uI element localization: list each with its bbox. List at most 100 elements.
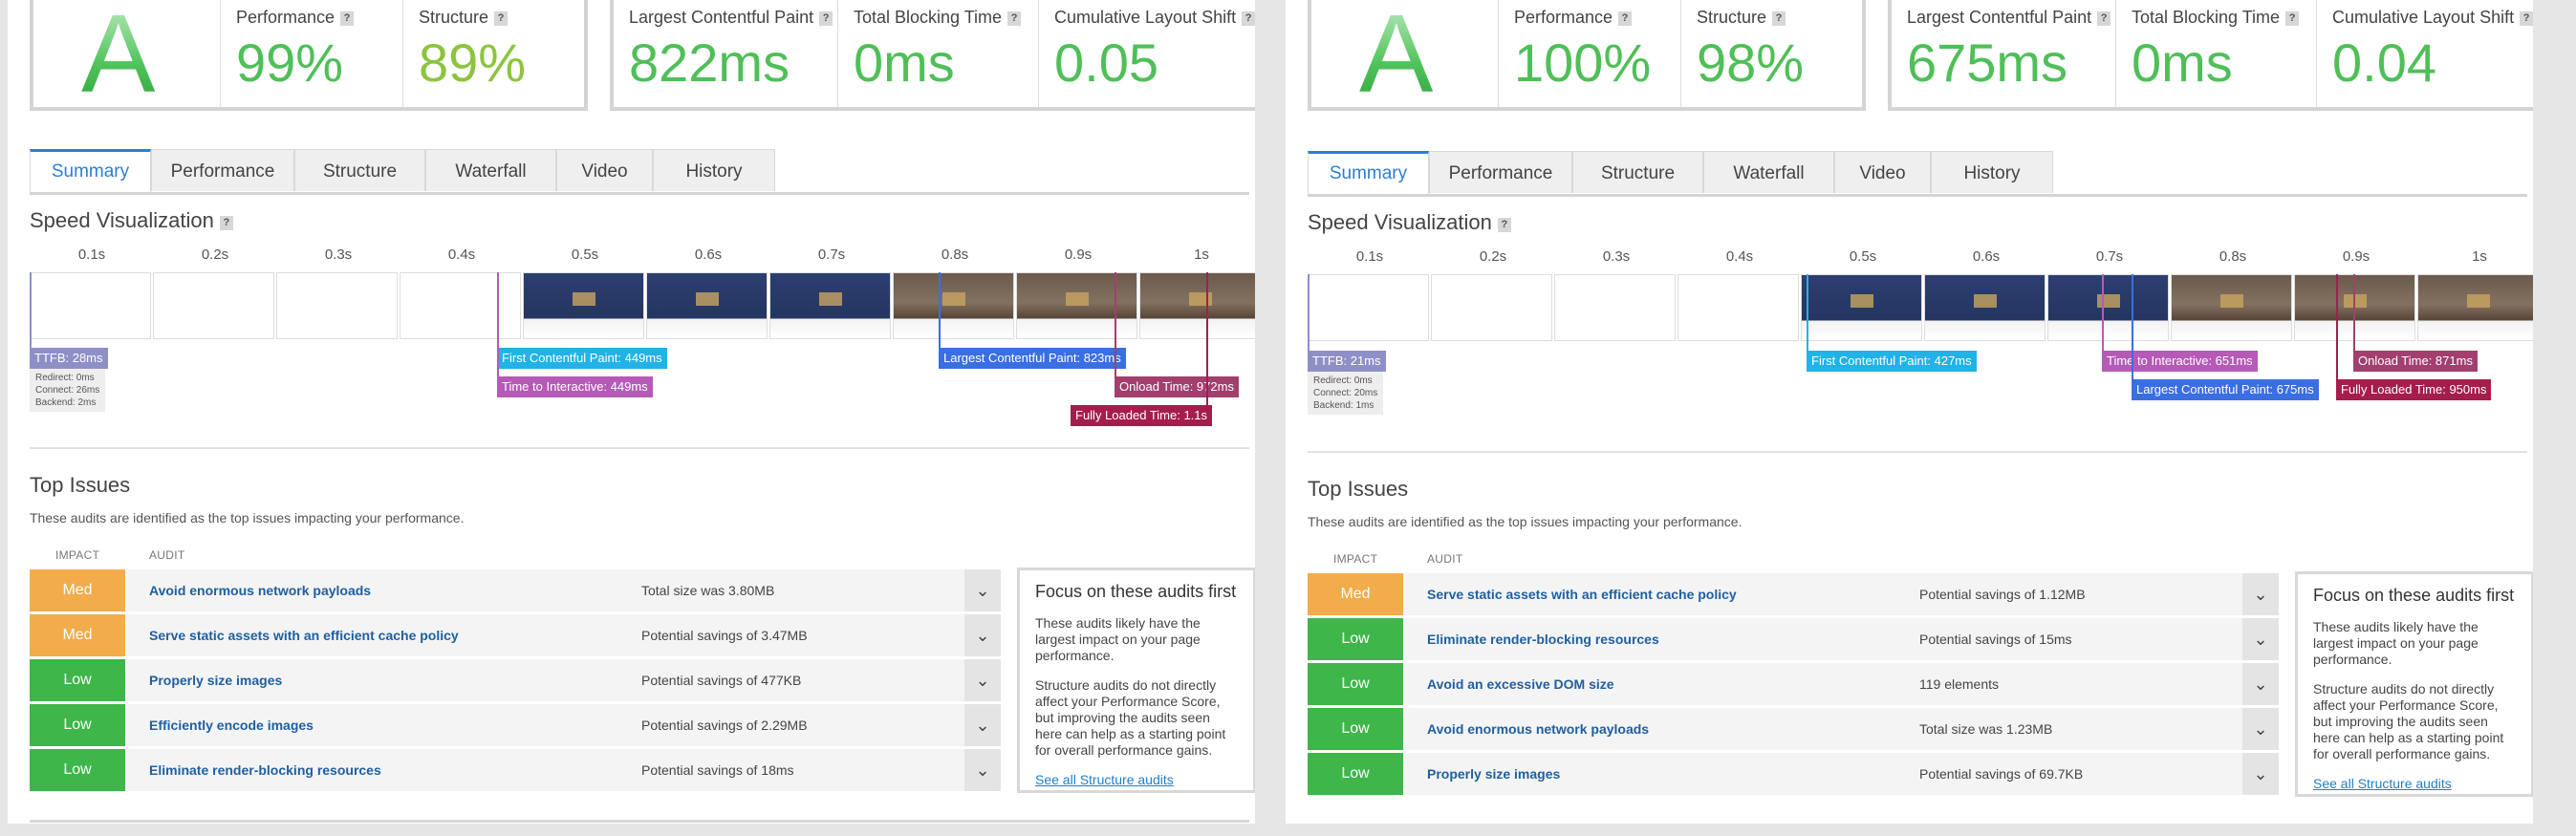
filmstrip-frame[interactable] (1678, 274, 1799, 341)
gtmetrix-grade-box: A Performance? 99% Structure? 89% (30, 0, 588, 111)
chevron-down-icon[interactable]: ⌄ (2242, 753, 2279, 795)
help-icon[interactable]: ? (1007, 11, 1022, 26)
help-icon[interactable]: ? (2520, 11, 2533, 26)
audit-detail: Potential savings of 18ms (641, 762, 794, 778)
audit-detail: Potential savings of 69.7KB (1919, 766, 2084, 782)
grade-letter: A (1359, 0, 1433, 111)
tab-structure[interactable]: Structure (1572, 151, 1703, 193)
chevron-down-icon[interactable]: ⌄ (964, 569, 1001, 611)
issue-row[interactable]: Low Efficiently encode images Potential … (30, 704, 1001, 746)
filmstrip-frame[interactable] (153, 272, 274, 339)
audit-title[interactable]: Eliminate render-blocking resources (149, 749, 381, 791)
see-all-structure-audits-link[interactable]: See all Structure audits (2313, 776, 2452, 791)
filmstrip-frame[interactable] (646, 272, 768, 339)
issue-row[interactable]: Low Eliminate render-blocking resources … (1308, 618, 2279, 660)
issue-row[interactable]: Low Avoid enormous network payloads Tota… (1308, 708, 2279, 750)
chevron-down-icon[interactable]: ⌄ (964, 749, 1001, 791)
tab-summary[interactable]: Summary (1308, 151, 1429, 195)
filmstrip-frame[interactable] (893, 272, 1014, 339)
audit-title[interactable]: Eliminate render-blocking resources (1427, 618, 1659, 660)
tab-video[interactable]: Video (1834, 151, 1931, 193)
tick-label: 0.4s (447, 247, 476, 263)
filmstrip-frame[interactable] (1139, 272, 1255, 339)
help-icon[interactable]: ? (2097, 11, 2111, 26)
tbt-label: Total Blocking Time (2132, 8, 2281, 27)
tick-label: 0.3s (324, 247, 353, 263)
audit-title[interactable]: Serve static assets with an efficient ca… (149, 614, 459, 656)
help-icon[interactable]: ? (219, 216, 233, 230)
onload-line (2353, 274, 2355, 351)
issue-row[interactable]: Low Eliminate render-blocking resources … (30, 749, 1001, 791)
tabs-underline (1308, 194, 2527, 197)
filmstrip-frame[interactable] (1431, 274, 1552, 341)
impact-badge: Low (1308, 663, 1403, 705)
help-icon[interactable]: ? (2285, 11, 2300, 26)
focus-audits-box: Focus on these audits first These audits… (1017, 568, 1255, 793)
filmstrip-frame[interactable] (1308, 274, 1429, 341)
tab-video[interactable]: Video (556, 149, 653, 191)
chevron-down-icon[interactable]: ⌄ (964, 704, 1001, 746)
structure-value: 89% (419, 32, 527, 93)
issue-row[interactable]: Med Serve static assets with an efficien… (30, 614, 1001, 656)
tab-summary[interactable]: Summary (30, 149, 151, 193)
filmstrip-frame[interactable] (276, 272, 398, 339)
chevron-down-icon[interactable]: ⌄ (2242, 618, 2279, 660)
audit-title[interactable]: Properly size images (149, 659, 282, 701)
tab-history[interactable]: History (1931, 151, 2053, 193)
report-tabs: Summary Performance Structure Waterfall … (30, 149, 1255, 193)
chevron-down-icon[interactable]: ⌄ (2242, 573, 2279, 615)
see-all-structure-audits-link[interactable]: See all Structure audits (1035, 772, 1174, 787)
filmstrip-frame[interactable] (2047, 274, 2169, 341)
audit-title[interactable]: Avoid enormous network payloads (149, 569, 371, 611)
filmstrip-frame[interactable] (30, 272, 151, 339)
audit-title[interactable]: Efficiently encode images (149, 704, 314, 746)
filmstrip-frame[interactable] (400, 272, 521, 339)
help-icon[interactable]: ? (819, 11, 833, 26)
filmstrip-frame[interactable] (769, 272, 891, 339)
help-icon[interactable]: ? (340, 11, 355, 26)
help-icon[interactable]: ? (1772, 11, 1786, 26)
tti-marker: Time to Interactive: 449ms (497, 376, 653, 397)
audit-title[interactable]: Serve static assets with an efficient ca… (1427, 573, 1737, 615)
help-icon[interactable]: ? (1618, 11, 1633, 26)
issue-row[interactable]: Med Serve static assets with an efficien… (1308, 573, 2279, 615)
filmstrip-frame[interactable] (1554, 274, 1676, 341)
filmstrip-frame[interactable] (1924, 274, 2046, 341)
audit-detail: Potential savings of 1.12MB (1919, 587, 2086, 602)
tab-waterfall[interactable]: Waterfall (1703, 151, 1834, 193)
help-icon[interactable]: ? (494, 11, 509, 26)
chevron-down-icon[interactable]: ⌄ (964, 659, 1001, 701)
issue-row[interactable]: Low Properly size images Potential savin… (1308, 753, 2279, 795)
audit-column-header: AUDIT (1427, 552, 1463, 566)
speed-visualization-title: Speed Visualization (1308, 210, 1492, 234)
audit-title[interactable]: Properly size images (1427, 753, 1560, 795)
tbt-metric: Total Blocking Time? 0ms (837, 0, 1039, 107)
audit-title[interactable]: Avoid an excessive DOM size (1427, 663, 1614, 705)
audit-title[interactable]: Avoid enormous network payloads (1427, 708, 1649, 750)
filmstrip-frame[interactable] (2171, 274, 2292, 341)
ttfb-line (1308, 274, 1310, 351)
issue-row[interactable]: Low Properly size images Potential savin… (30, 659, 1001, 701)
cls-value: 0.04 (2332, 32, 2436, 93)
focus-text: Structure audits do not directly affect … (1035, 677, 1226, 758)
chevron-down-icon[interactable]: ⌄ (2242, 663, 2279, 705)
audit-detail: Total size was 3.80MB (641, 583, 775, 598)
tab-history[interactable]: History (653, 149, 775, 191)
issue-row[interactable]: Med Avoid enormous network payloads Tota… (30, 569, 1001, 611)
tab-waterfall[interactable]: Waterfall (425, 149, 556, 191)
tab-structure[interactable]: Structure (294, 149, 425, 191)
chevron-down-icon[interactable]: ⌄ (2242, 708, 2279, 750)
structure-label: Structure (1697, 8, 1767, 27)
tick-label: 0.1s (77, 247, 106, 263)
help-icon[interactable]: ? (1242, 11, 1255, 26)
filmstrip-frame[interactable] (2417, 274, 2533, 341)
chevron-down-icon[interactable]: ⌄ (964, 614, 1001, 656)
filmstrip-frame[interactable] (523, 272, 644, 339)
tab-performance[interactable]: Performance (1429, 151, 1572, 193)
filmstrip-frame[interactable] (1801, 274, 1922, 341)
help-icon[interactable]: ? (1497, 218, 1511, 232)
tbt-label: Total Blocking Time (854, 8, 1003, 27)
filmstrip-frame[interactable] (1016, 272, 1137, 339)
issue-row[interactable]: Low Avoid an excessive DOM size 119 elem… (1308, 663, 2279, 705)
tab-performance[interactable]: Performance (151, 149, 294, 191)
